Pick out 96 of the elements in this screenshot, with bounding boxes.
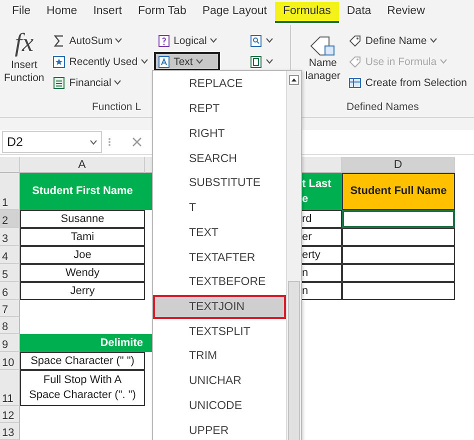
close-icon[interactable] xyxy=(131,136,143,148)
table-cell: Jerry xyxy=(20,282,145,300)
table-cell: erty xyxy=(300,246,342,264)
table-cell: Delimite xyxy=(20,334,145,352)
ribbon-tab[interactable]: Insert xyxy=(85,2,130,23)
caret-icon xyxy=(440,59,447,64)
menu-item[interactable]: TEXTAFTER xyxy=(153,245,286,270)
ribbon-tab[interactable]: Formulas xyxy=(274,2,339,23)
ribbon-button[interactable]: Logical xyxy=(154,31,220,50)
row-header[interactable]: 11 xyxy=(0,370,20,406)
ledger-icon xyxy=(52,76,66,90)
table-cell: Wendy xyxy=(20,264,145,282)
row-header[interactable]: 9 xyxy=(0,334,20,352)
ribbon-tab[interactable]: Home xyxy=(38,2,86,23)
table-cell: Susanne xyxy=(20,210,145,228)
ribbon-tab[interactable]: Data xyxy=(338,2,380,23)
row-header[interactable]: 7 xyxy=(0,300,20,317)
ribbon-button[interactable]: Create from Selection xyxy=(345,73,470,92)
table-cell: Student First Name xyxy=(20,173,145,210)
column-header[interactable]: D xyxy=(342,157,455,173)
math-book-icon xyxy=(249,54,264,68)
star-book-icon xyxy=(52,54,66,68)
menu-item[interactable]: SUBSTITUTE xyxy=(153,170,286,196)
lookup-book-icon xyxy=(249,34,264,48)
menu-item[interactable]: RIGHT xyxy=(153,121,286,146)
name-manager-button[interactable]: Name lanager xyxy=(303,27,342,101)
menu-item[interactable]: SEARCH xyxy=(153,146,286,171)
table-cell: n xyxy=(300,282,342,300)
table-cell[interactable] xyxy=(342,210,455,228)
group-label: Defined Names xyxy=(346,101,419,115)
table-cell[interactable]: Student Full Name xyxy=(342,173,455,210)
group-label: Function L xyxy=(92,101,142,115)
caret-icon xyxy=(266,38,274,43)
ribbon-button[interactable]: Recently Used xyxy=(49,52,151,71)
table-cell[interactable] xyxy=(342,264,455,282)
table-cell: Joe xyxy=(20,246,145,264)
row-header[interactable]: 4 xyxy=(0,246,20,264)
tag-icon xyxy=(348,34,362,48)
insert-function-button[interactable]: fx Insert Function xyxy=(2,27,46,101)
menu-item[interactable]: TEXTJOIN xyxy=(153,294,286,320)
menu-item[interactable]: T xyxy=(153,196,286,220)
table-cell: Full Stop With A Space Character (". ") xyxy=(20,370,145,406)
question-book-icon xyxy=(156,34,171,48)
ribbon-button[interactable]: Define Name xyxy=(345,31,470,50)
table-cell: Space Character (" ") xyxy=(20,352,145,370)
caret-icon xyxy=(115,38,122,43)
row-header[interactable]: 1 xyxy=(0,173,20,210)
menu-item[interactable]: UPPER xyxy=(153,418,286,440)
letter-book-icon xyxy=(156,54,171,68)
ribbon-button[interactable]: AutoSum xyxy=(49,31,151,50)
caret-icon xyxy=(430,38,437,43)
table-cell: t Last e xyxy=(300,173,342,210)
table-cell[interactable] xyxy=(342,282,455,300)
table-cell: Tami xyxy=(20,228,145,246)
table-cell: n xyxy=(300,264,342,282)
caret-icon xyxy=(114,80,122,85)
menu-item[interactable]: REPLACE xyxy=(153,72,286,97)
caret-icon xyxy=(90,140,97,144)
scrollbar[interactable] xyxy=(286,71,301,440)
menu-item[interactable]: TEXTSPLIT xyxy=(153,319,286,344)
menu-item[interactable]: UNICHAR xyxy=(153,368,286,394)
ribbon-tab[interactable]: Page Layout xyxy=(194,2,275,23)
row-header[interactable]: 8 xyxy=(0,317,20,334)
caret-icon xyxy=(140,59,148,64)
column-header[interactable]: A xyxy=(20,157,145,173)
table-cell[interactable] xyxy=(342,246,455,264)
row-header[interactable]: 2 xyxy=(0,210,20,228)
row-header[interactable]: 10 xyxy=(0,352,20,370)
ribbon-tab[interactable]: Form Tab xyxy=(130,2,194,23)
menu-item[interactable]: UNICODE xyxy=(153,394,286,418)
row-header[interactable]: 5 xyxy=(0,264,20,282)
table-cell[interactable] xyxy=(342,228,455,246)
table-cell: rd xyxy=(300,210,342,228)
menu-item[interactable]: TEXTBEFORE xyxy=(153,270,286,295)
caret-icon xyxy=(266,59,274,64)
table-cell: er xyxy=(300,228,342,246)
scroll-up-icon[interactable] xyxy=(289,75,299,85)
ribbon-tab[interactable]: Review xyxy=(379,2,433,23)
name-tag-icon xyxy=(308,35,337,57)
menu-item[interactable]: TRIM xyxy=(153,344,286,369)
caret-icon xyxy=(196,59,203,64)
ribbon-tab[interactable]: File xyxy=(4,2,39,23)
name-box[interactable]: D2 xyxy=(2,131,102,153)
ribbon-button[interactable]: Financial xyxy=(49,73,151,92)
menu-item[interactable]: REPT xyxy=(153,96,286,122)
tag-icon xyxy=(348,54,362,68)
row-header[interactable]: 12 xyxy=(0,406,20,423)
row-header[interactable]: 6 xyxy=(0,282,20,300)
ribbon-button[interactable]: Text xyxy=(154,52,220,71)
grid-tag-icon xyxy=(348,76,362,90)
caret-icon xyxy=(210,38,217,43)
menu-item[interactable]: TEXT xyxy=(153,220,286,246)
scroll-thumb[interactable] xyxy=(288,281,300,440)
row-header[interactable]: 3 xyxy=(0,228,20,246)
grip-icon xyxy=(108,136,111,148)
row-header[interactable]: 13 xyxy=(0,423,20,440)
